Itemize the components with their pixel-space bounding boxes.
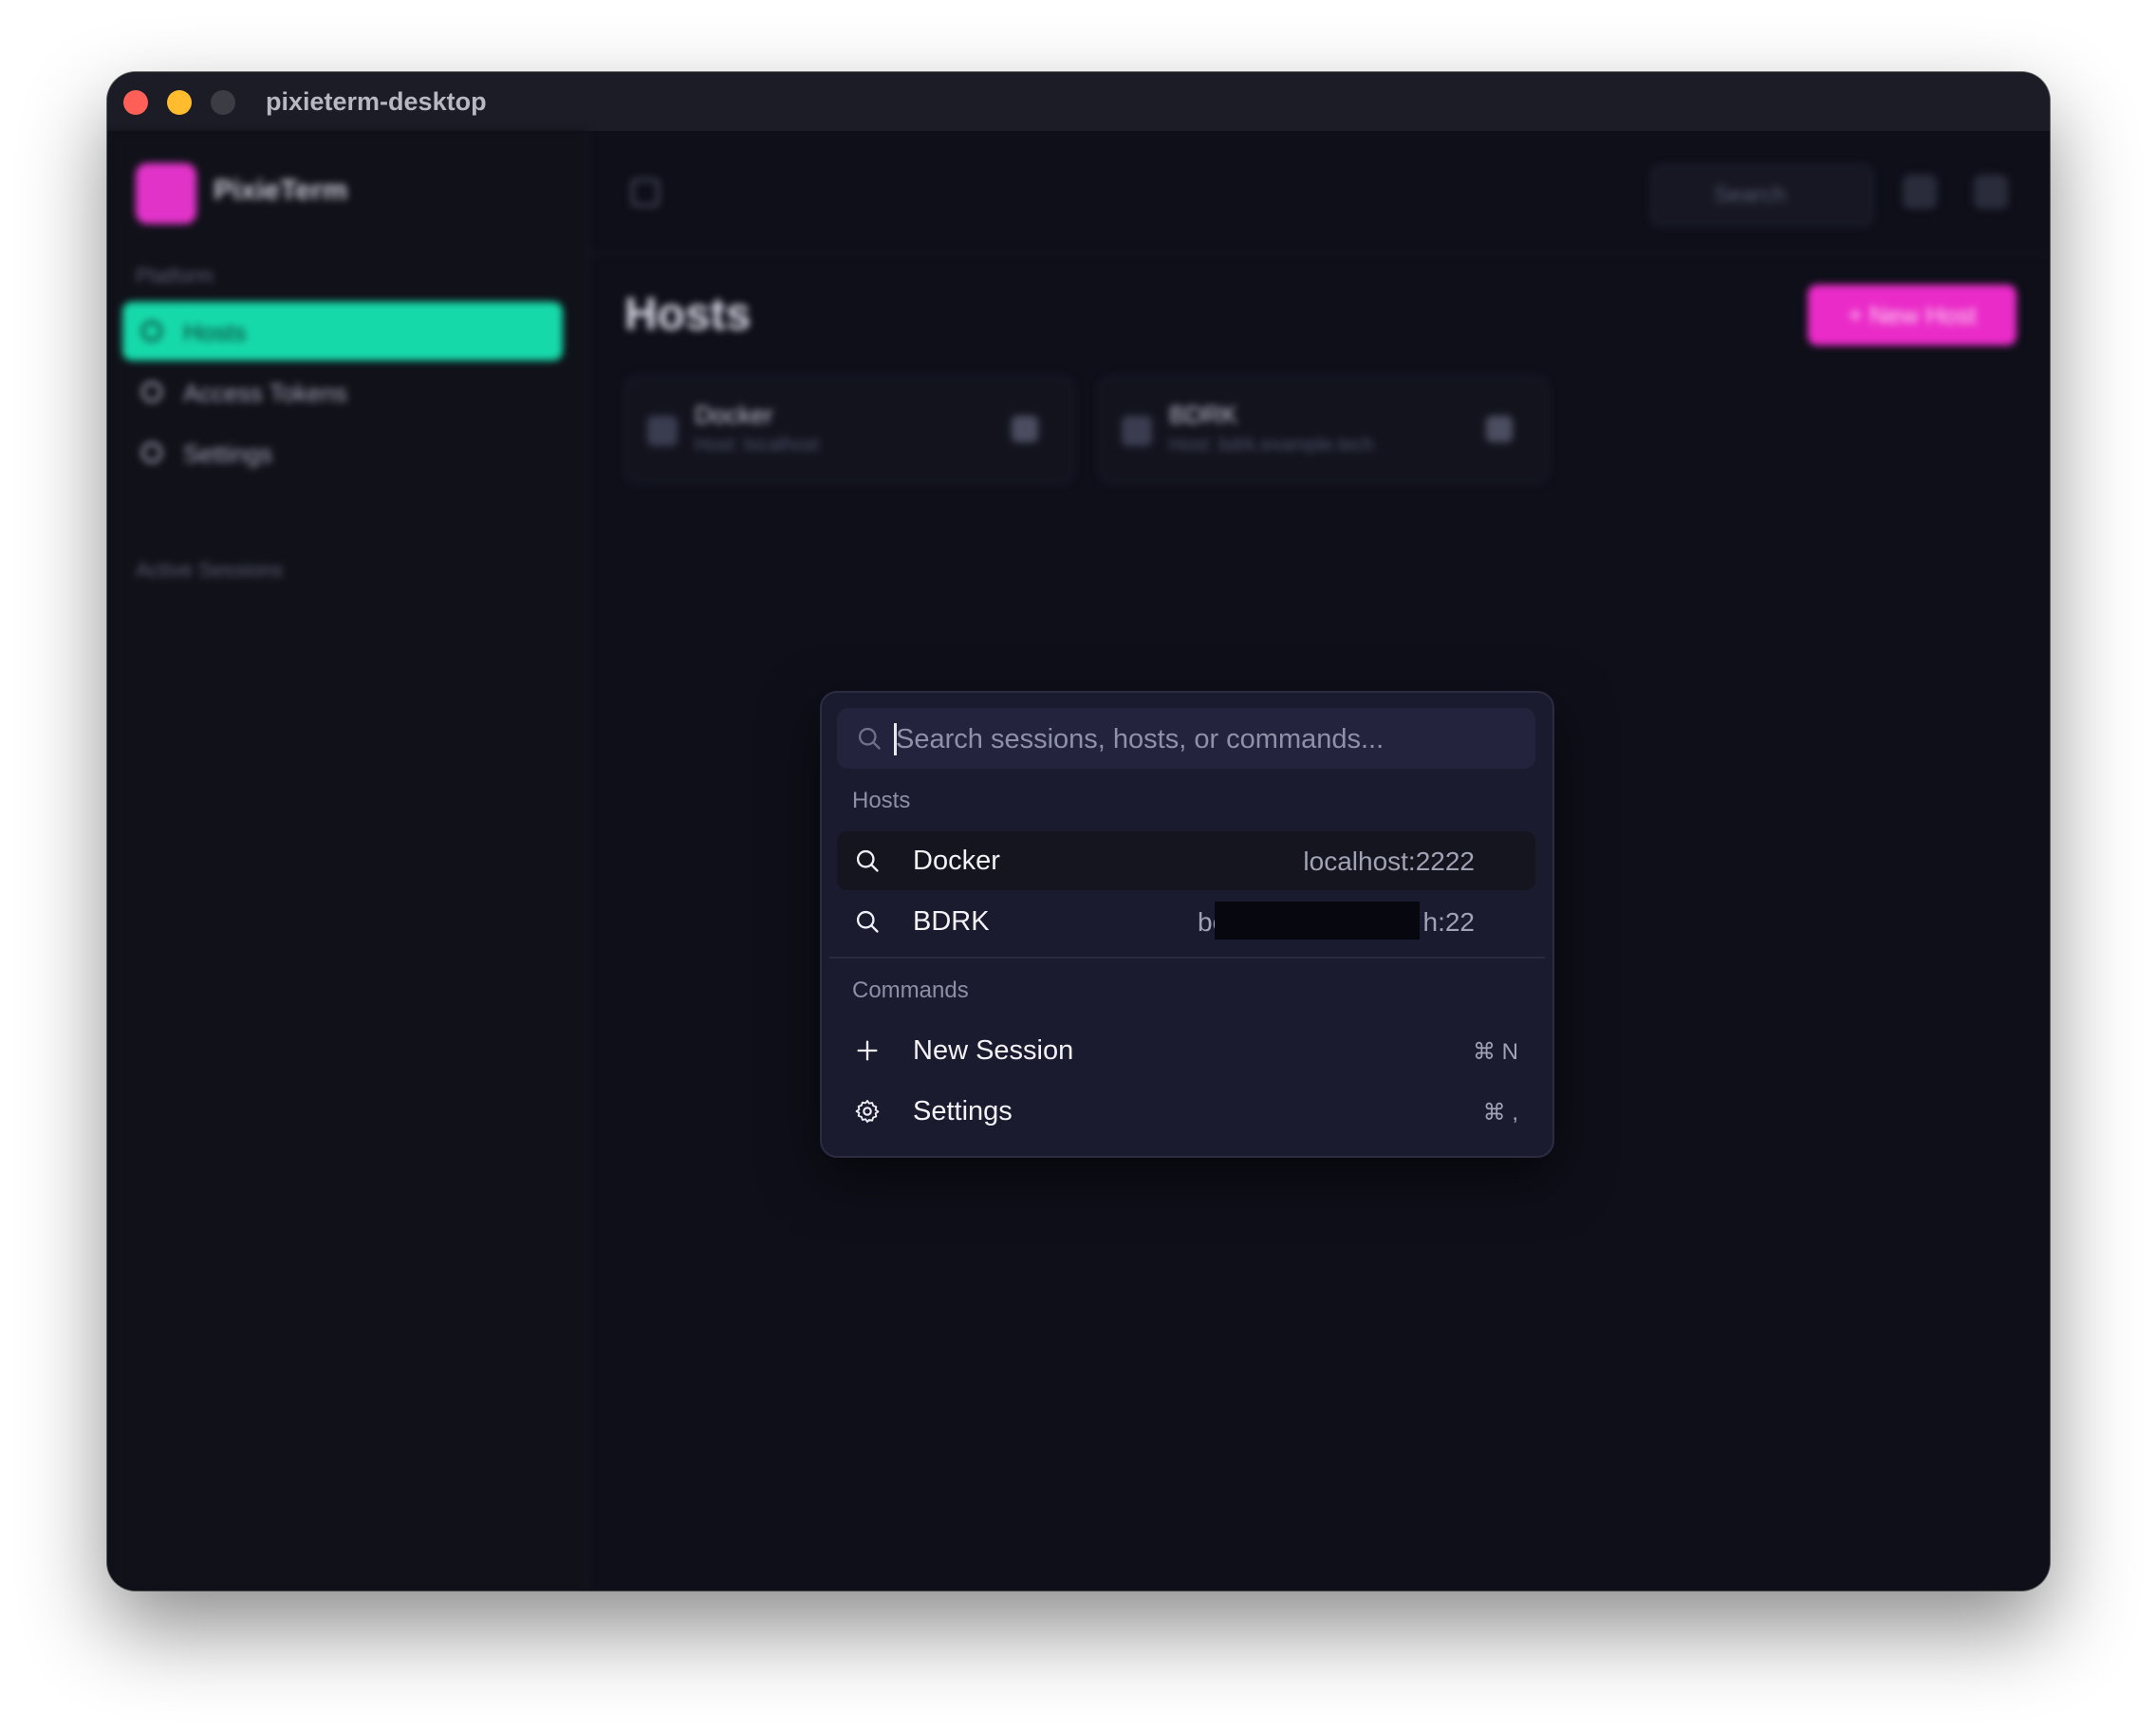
server-icon bbox=[141, 321, 162, 342]
host-card-bdrk[interactable]: BDRK Host: bdrk.example.tech bbox=[1099, 376, 1549, 484]
edit-icon[interactable] bbox=[1486, 416, 1513, 442]
palette-divider bbox=[829, 957, 1545, 959]
zoom-window-button[interactable] bbox=[211, 90, 235, 115]
top-bar: Search bbox=[588, 131, 2050, 254]
plus-icon bbox=[857, 1040, 878, 1061]
keyboard-shortcut: ⌘ , bbox=[1482, 1100, 1518, 1126]
app-brand-name: PixieTerm bbox=[214, 175, 348, 206]
global-search-button[interactable]: Search bbox=[1651, 165, 1873, 226]
palette-host-docker[interactable]: Docker localhost:2222 bbox=[837, 831, 1535, 890]
sidebar-item-hosts[interactable]: Hosts bbox=[122, 302, 563, 361]
host-card-name: BDRK bbox=[1169, 400, 1238, 429]
host-card-name: Docker bbox=[695, 400, 773, 429]
text-caret bbox=[894, 723, 897, 755]
server-icon bbox=[1122, 416, 1152, 446]
window-title: pixieterm-desktop bbox=[266, 87, 487, 116]
app-logo-icon bbox=[136, 163, 196, 224]
sidebar-section-platform: Platform bbox=[136, 264, 214, 288]
sidebar-toggle-icon[interactable] bbox=[631, 178, 660, 207]
minimize-window-button[interactable] bbox=[167, 90, 192, 115]
sidebar-item-label: Settings bbox=[183, 439, 272, 468]
copy-icon[interactable] bbox=[1903, 175, 1937, 209]
server-icon bbox=[647, 416, 678, 446]
edit-icon[interactable] bbox=[1012, 416, 1038, 442]
group-label-hosts: Hosts bbox=[852, 788, 911, 813]
palette-item-label: Settings bbox=[913, 1096, 1013, 1126]
new-host-button[interactable]: + New Host bbox=[1808, 285, 2017, 345]
host-card-docker[interactable]: Docker Host: localhost bbox=[624, 376, 1074, 484]
palette-command-new-session[interactable]: New Session ⌘ N bbox=[837, 1021, 1535, 1080]
desktop: pixieterm-desktop PixieTerm Platform Hos… bbox=[0, 0, 2156, 1731]
palette-item-label: Docker bbox=[913, 846, 1000, 876]
keyboard-shortcut: ⌘ N bbox=[1473, 1039, 1518, 1065]
host-card-address: Host: localhost bbox=[695, 435, 820, 456]
sidebar-item-label: Hosts bbox=[183, 318, 247, 346]
gear-icon bbox=[141, 442, 162, 463]
title-bar: pixieterm-desktop bbox=[107, 72, 2050, 131]
command-palette: Hosts Docker localhost:2222 BDRK bc h:22 bbox=[820, 691, 1554, 1158]
user-icon[interactable] bbox=[1974, 175, 2008, 209]
key-icon bbox=[141, 382, 162, 402]
search-icon bbox=[856, 849, 879, 872]
app-window: pixieterm-desktop PixieTerm Platform Hos… bbox=[107, 72, 2050, 1591]
palette-item-label: BDRK bbox=[913, 906, 990, 937]
palette-command-settings[interactable]: Settings ⌘ , bbox=[837, 1082, 1535, 1141]
sidebar-item-label: Access Tokens bbox=[183, 379, 347, 407]
sidebar: PixieTerm Platform Hosts Access Tokens S… bbox=[107, 131, 588, 1591]
palette-item-label: New Session bbox=[913, 1035, 1074, 1066]
redaction-box bbox=[1215, 902, 1420, 940]
search-icon bbox=[858, 727, 881, 750]
gear-icon bbox=[855, 1099, 880, 1124]
page-title: Hosts bbox=[624, 289, 752, 340]
search-label: Search bbox=[1714, 182, 1787, 208]
palette-search-box[interactable] bbox=[837, 708, 1535, 771]
palette-item-address: localhost:2222 bbox=[1303, 847, 1475, 876]
sidebar-item-access-tokens[interactable]: Access Tokens bbox=[122, 363, 563, 421]
palette-search-input[interactable] bbox=[894, 708, 1524, 771]
sidebar-item-settings[interactable]: Settings bbox=[122, 423, 563, 482]
palette-host-bdrk[interactable]: BDRK bc h:22 bbox=[837, 892, 1535, 951]
palette-item-address-suffix: h:22 bbox=[1422, 907, 1476, 937]
search-icon bbox=[856, 910, 879, 933]
sidebar-section-active-sessions: Active Sessions bbox=[136, 558, 284, 582]
host-card-address: Host: bdrk.example.tech bbox=[1169, 435, 1374, 456]
close-window-button[interactable] bbox=[123, 90, 148, 115]
group-label-commands: Commands bbox=[852, 977, 969, 1003]
